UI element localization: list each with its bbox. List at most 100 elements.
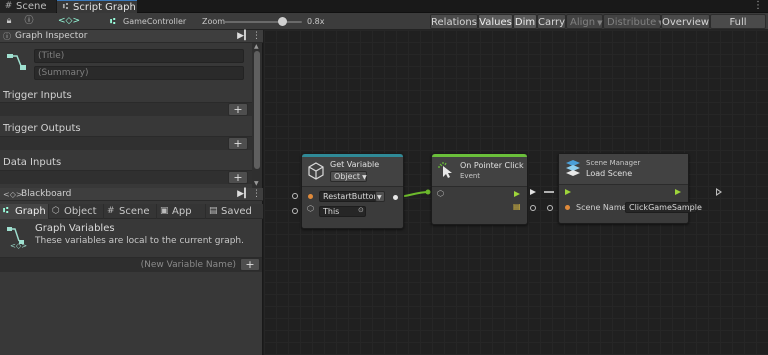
inspector-scrollbar[interactable]: ▲ ▼	[252, 43, 262, 188]
chevron-down-icon: ▼	[377, 194, 382, 201]
scroll-down-icon[interactable]: ▼	[254, 180, 259, 187]
tab-object-label: Object	[64, 206, 97, 217]
code-icon: <◇>	[3, 190, 23, 199]
svg-text:<◇>: <◇>	[10, 242, 27, 249]
pointer-click-icon	[438, 162, 452, 178]
cube-small-icon: ⬡	[307, 204, 314, 213]
input-port[interactable]	[547, 205, 553, 211]
output-port[interactable]	[530, 205, 536, 211]
cube-icon: ⬡	[52, 206, 60, 216]
tab-app[interactable]: ▣ App	[157, 204, 206, 219]
more-options-icon[interactable]: ⋮	[753, 0, 763, 12]
variable-name-dropdown[interactable]: ▼	[375, 191, 385, 202]
distribute-dropdown[interactable]: Distribute▼	[603, 14, 664, 29]
hash-icon: #	[107, 206, 115, 216]
node-category: Scene Manager	[586, 159, 641, 167]
cube-icon	[308, 162, 324, 180]
tab-saved[interactable]: ▤ Saved	[206, 204, 263, 219]
input-port[interactable]	[292, 208, 298, 214]
tab-scene[interactable]: # Scene	[0, 0, 56, 13]
node-title: Get Variable	[330, 160, 380, 169]
scene-name-value: ClickGameSample	[629, 203, 702, 212]
tab-bar: # Scene ⑆ Script Graph ⋮	[0, 0, 768, 13]
scene-name-field[interactable]: ClickGameSample	[625, 202, 702, 213]
output-port[interactable]	[393, 195, 398, 200]
zoom-slider[interactable]	[224, 21, 302, 23]
add-data-input-button[interactable]: +	[228, 171, 248, 184]
carry-button[interactable]: Carry	[537, 14, 566, 29]
graph-canvas[interactable]: Get Variable Object ▼ RestartButton ▼ ⬡ T…	[264, 30, 768, 355]
variable-kind-label: Object	[334, 172, 361, 181]
relations-button[interactable]: Relations	[430, 14, 478, 29]
get-variable-node[interactable]: Get Variable Object ▼ RestartButton ▼ ⬡ T…	[301, 153, 404, 229]
tab-saved-label: Saved	[221, 206, 252, 217]
on-pointer-click-node[interactable]: On Pointer Click Event ⬡ ▤	[431, 153, 528, 225]
variable-name-value: RestartButton	[323, 192, 379, 201]
flow-output-hollow-inner	[717, 190, 720, 194]
target-picker-icon[interactable]: ⊙	[358, 206, 364, 214]
lock-icon[interactable]: 🔒︎	[3, 15, 15, 27]
add-trigger-output-button[interactable]: +	[228, 137, 248, 150]
breadcrumb-label: GameController	[123, 17, 187, 26]
new-variable-name-field[interactable]: (New Variable Name)	[0, 260, 236, 270]
data-inputs-bar: +	[0, 170, 252, 184]
tab-graph[interactable]: ⑆ Graph	[0, 204, 49, 219]
connection-dot	[425, 189, 431, 195]
trigger-inputs-label: Trigger Inputs	[3, 90, 72, 101]
scene-name-label: Scene Name	[576, 203, 627, 212]
add-variable-button[interactable]: +	[240, 258, 260, 271]
dim-button[interactable]: Dim	[513, 14, 537, 29]
chevron-down-icon: ▼	[362, 174, 367, 181]
flow-input-port[interactable]	[565, 189, 571, 195]
target-value: This	[323, 207, 340, 216]
graph-icon: ⑆	[3, 206, 9, 216]
value-port[interactable]	[308, 194, 313, 199]
summary-field[interactable]: (Summary)	[34, 66, 244, 80]
new-variable-row: (New Variable Name) +	[0, 257, 262, 272]
align-dropdown[interactable]: Align ▼	[566, 14, 603, 29]
cube-small-icon: ⬡	[437, 189, 444, 198]
zoom-slider-thumb[interactable]	[278, 17, 287, 26]
graph-node-icon: ⑆	[110, 17, 116, 27]
align-label: Align	[570, 17, 596, 28]
tab-scene[interactable]: # Scene	[104, 204, 157, 219]
graph-toolbar: 🔒︎ ⓘ <◇> ⑆ GameController Zoom 0.8x Rela…	[0, 13, 768, 43]
tab-object[interactable]: ⬡ Object	[49, 204, 104, 219]
app-icon: ▣	[160, 206, 169, 216]
blackboard-title: Blackboard	[21, 189, 72, 199]
scrollbar-thumb[interactable]	[254, 51, 260, 169]
scroll-up-icon[interactable]: ▲	[254, 43, 259, 50]
tab-script-graph[interactable]: ⑆ Script Graph	[57, 0, 137, 13]
info-icon: ⓘ	[3, 32, 11, 41]
tab-app-label: App	[172, 206, 192, 217]
event-data-icon: ▤	[513, 202, 521, 211]
graph-icon	[7, 54, 26, 70]
overview-button[interactable]: Overview	[661, 14, 710, 29]
breadcrumb[interactable]: ⑆ GameController	[110, 15, 186, 28]
menu-icon[interactable]: ⋮	[252, 30, 261, 43]
pin-icon[interactable]: ▶▎	[237, 30, 251, 43]
info-icon[interactable]: ⓘ	[23, 15, 35, 27]
title-field[interactable]: (Title)	[34, 49, 244, 63]
pin-icon[interactable]: ▶▎	[237, 188, 251, 201]
zoom-value: 0.8x	[307, 17, 325, 26]
graph-variables-icon: <◇>	[7, 227, 27, 249]
variable-kind-dropdown[interactable]: Object ▼	[330, 171, 367, 182]
add-trigger-input-button[interactable]: +	[228, 103, 248, 116]
node-title: Load Scene	[586, 169, 633, 178]
data-inputs-label: Data Inputs	[3, 157, 62, 168]
menu-icon[interactable]: ⋮	[252, 188, 261, 201]
code-icon[interactable]: <◇>	[58, 15, 80, 27]
flow-connector-arrow	[530, 189, 536, 195]
left-panel: ⓘ Graph Inspector ▶▎ ⋮ (Title) (Summary)…	[0, 30, 263, 355]
graph-variables-description: These variables are local to the current…	[35, 236, 244, 246]
flow-output-port[interactable]	[514, 191, 520, 197]
load-scene-node[interactable]: Scene Manager Load Scene Scene Name Clic…	[558, 153, 702, 224]
flow-output-port[interactable]	[675, 189, 681, 195]
full-screen-button[interactable]: Full Screen	[710, 14, 766, 43]
value-port[interactable]	[565, 205, 570, 210]
blackboard-tabs: ⑆ Graph ⬡ Object # Scene ▣ App ▤ Saved	[0, 204, 263, 219]
graph-inspector-title: Graph Inspector	[15, 31, 88, 41]
values-button[interactable]: Values	[478, 14, 513, 29]
input-port[interactable]	[292, 193, 298, 199]
